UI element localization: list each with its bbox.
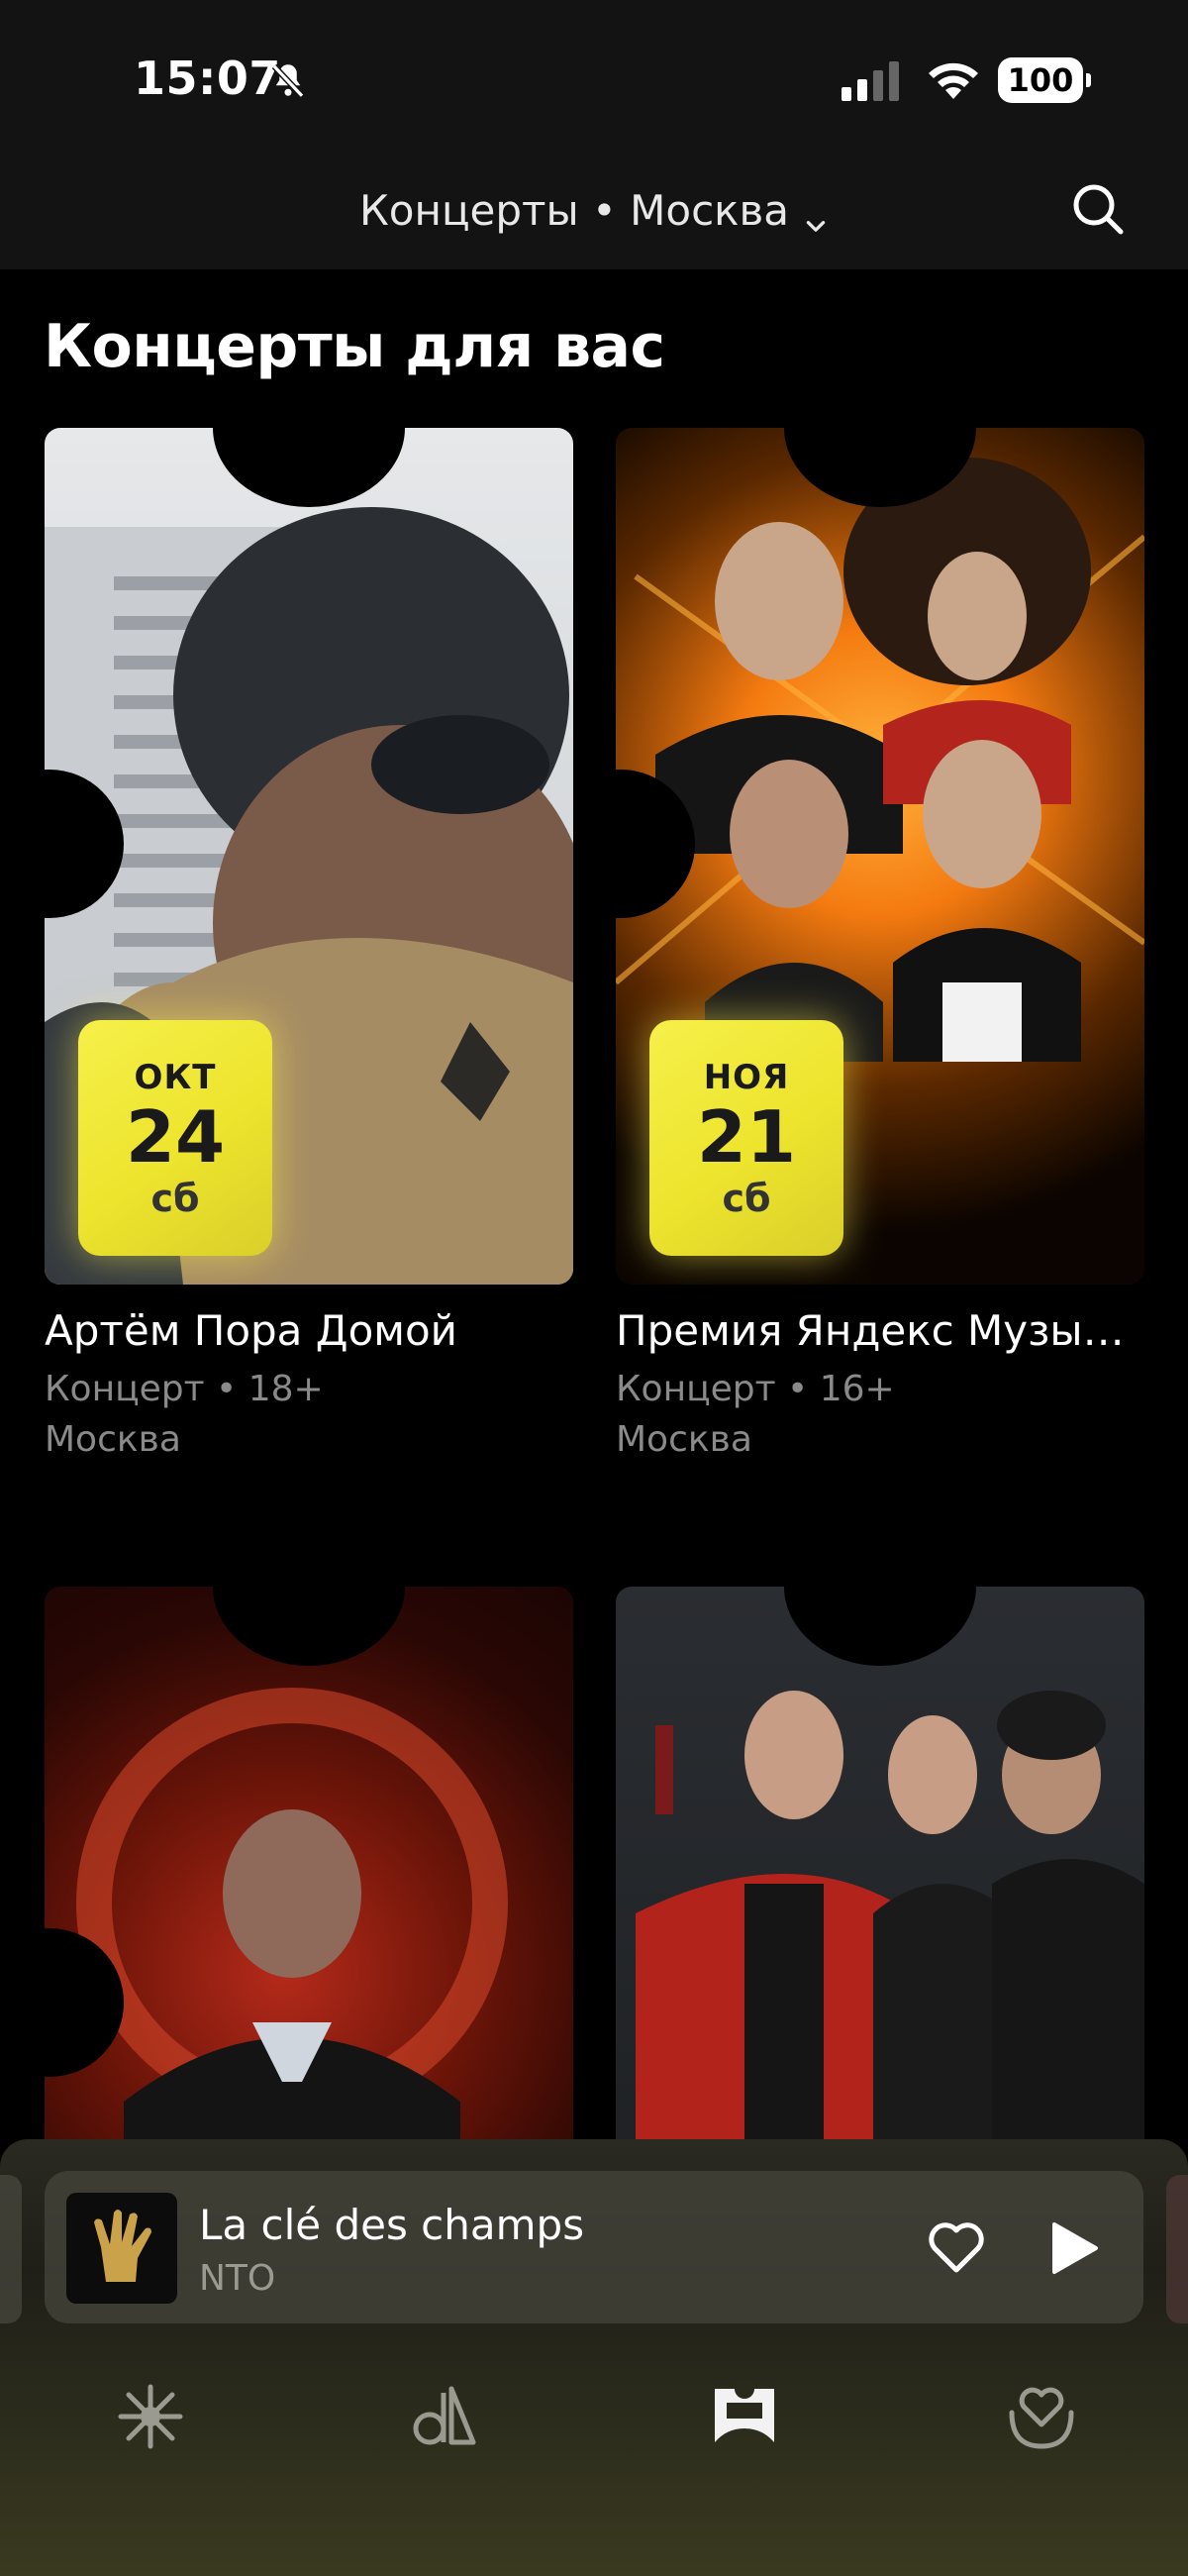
concert-card[interactable]: НОЯ 21 сб Премия Яндекс Музык... Концерт… <box>616 428 1144 1460</box>
play-icon <box>1052 2222 1098 2274</box>
date-weekday: сб <box>150 1177 200 1220</box>
play-button[interactable] <box>1044 2218 1100 2278</box>
concert-card[interactable]: ОКТ 24 сб Артём Пора Домой Концерт • 18+… <box>45 428 573 1460</box>
sparkle-icon <box>118 2384 183 2449</box>
search-button[interactable] <box>1067 178 1129 240</box>
date-day: 21 <box>696 1095 797 1179</box>
top-nav: Концерты • Москва <box>0 149 1188 269</box>
status-bar: 15:07 100 <box>0 0 1188 149</box>
tab-library[interactable] <box>408 2377 487 2456</box>
card-city: Москва <box>616 1419 752 1460</box>
section-title: Концерты для вас <box>44 312 665 381</box>
tab-tickets[interactable] <box>705 2377 784 2456</box>
date-day: 24 <box>125 1095 226 1179</box>
card-title: Премия Яндекс Музык... <box>616 1306 1144 1355</box>
location-selector[interactable]: Концерты • Москва <box>0 186 1188 235</box>
date-badge: НОЯ 21 сб <box>649 1020 843 1256</box>
bell-off-icon <box>267 59 309 101</box>
mini-player[interactable]: La clé des champs NTO <box>45 2171 1143 2323</box>
date-month: ОКТ <box>134 1058 217 1097</box>
battery-icon: 100 <box>998 57 1091 103</box>
concert-image: НОЯ 21 сб <box>616 428 1144 1285</box>
album-art <box>66 2193 177 2304</box>
date-month: НОЯ <box>703 1058 790 1097</box>
next-track-peek[interactable] <box>1166 2175 1188 2323</box>
signal-icon <box>842 61 903 101</box>
ticket-icon <box>715 2379 774 2442</box>
search-icon <box>1073 184 1124 235</box>
chevron-down-icon <box>803 201 829 232</box>
library-icon <box>413 2386 476 2445</box>
tab-collection[interactable] <box>1002 2377 1081 2456</box>
card-meta: Концерт • 16+ <box>616 1369 895 1409</box>
card-title: Артём Пора Домой <box>45 1306 457 1355</box>
track-artist: NTO <box>199 2258 276 2299</box>
previous-track-peek[interactable] <box>0 2175 22 2323</box>
wifi-icon <box>926 57 981 101</box>
card-city: Москва <box>45 1419 181 1460</box>
status-time: 15:07 <box>134 52 281 105</box>
date-badge: ОКТ 24 сб <box>78 1020 272 1256</box>
tab-main[interactable] <box>111 2377 190 2456</box>
card-meta: Концерт • 18+ <box>45 1369 324 1409</box>
heart-collection-icon <box>1009 2387 1074 2449</box>
page-title: Концерты • Москва <box>358 186 790 235</box>
concert-image: ОКТ 24 сб <box>45 428 573 1285</box>
track-title: La clé des champs <box>199 2201 585 2249</box>
heart-icon <box>929 2222 984 2273</box>
like-button[interactable] <box>926 2216 987 2278</box>
date-weekday: сб <box>722 1177 771 1220</box>
